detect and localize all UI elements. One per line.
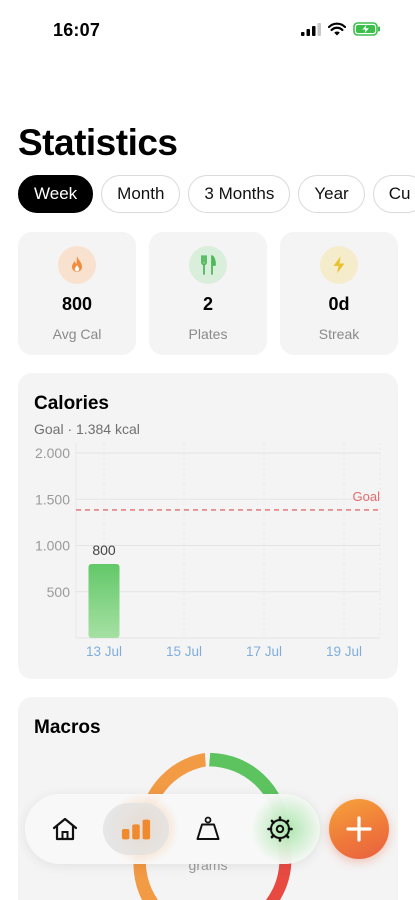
stat-value: 0d	[328, 294, 350, 314]
y-tick-label: 1.500	[35, 491, 70, 507]
fork-knife-icon	[189, 246, 227, 284]
tab-bar	[25, 794, 327, 864]
bar	[88, 564, 120, 638]
status-time: 16:07	[53, 20, 101, 40]
page-title: Statistics	[18, 122, 178, 163]
tab-month[interactable]: Month	[101, 175, 181, 213]
stat-label: Streak	[318, 326, 360, 342]
stats-icon[interactable]	[121, 814, 151, 844]
scale-icon[interactable]	[193, 814, 223, 844]
x-tick-label: 19 Jul	[326, 644, 362, 659]
bar-value-label: 800	[92, 542, 116, 558]
period-tabs: Week Month 3 Months Year Cu	[18, 175, 415, 215]
calories-title: Calories	[34, 393, 109, 414]
lightning-icon	[320, 246, 358, 284]
tab-week[interactable]: Week	[18, 175, 94, 213]
battery-charging-icon	[353, 22, 380, 36]
stat-value: 2	[202, 294, 213, 314]
tab-custom[interactable]: Cu	[372, 175, 415, 213]
add-entry-button[interactable]	[329, 799, 389, 859]
calories-card: Calories Goal · 1.384 kcal 2.000 1.500 1.0…	[18, 373, 398, 679]
tab-year[interactable]: Year	[298, 175, 365, 213]
stat-card-streak: 0d Streak	[280, 232, 398, 355]
stat-value: 800	[61, 294, 93, 314]
y-tick-label: 1.000	[35, 538, 70, 554]
stat-label: Avg Cal	[52, 326, 102, 342]
y-tick-label: 2.000	[35, 445, 70, 461]
stat-label: Plates	[188, 326, 228, 342]
x-tick-label: 15 Jul	[166, 644, 202, 659]
goal-label: Goal	[353, 489, 381, 504]
status-bar: 16:07	[0, 0, 415, 60]
signal-icon	[301, 22, 321, 36]
plus-icon	[346, 816, 372, 842]
flame-icon	[58, 246, 96, 284]
wifi-icon	[328, 22, 346, 36]
home-icon[interactable]	[50, 814, 80, 844]
settings-icon[interactable]	[265, 814, 295, 844]
calories-goal-subtitle: Goal · 1.384 kcal	[34, 421, 140, 437]
tab-3-months[interactable]: 3 Months	[188, 175, 291, 213]
x-tick-label: 17 Jul	[246, 644, 282, 659]
calories-chart: 2.000 1.500 1.000 500 13 Jul 15 Jul 17 Jul 19 J…	[35, 443, 381, 659]
y-tick-label: 500	[47, 584, 71, 600]
stat-card-plates: 2 Plates	[149, 232, 267, 355]
x-tick-label: 13 Jul	[86, 644, 122, 659]
system-icons	[301, 22, 381, 36]
stat-card-avg-cal: 800 Avg Cal	[18, 232, 136, 355]
